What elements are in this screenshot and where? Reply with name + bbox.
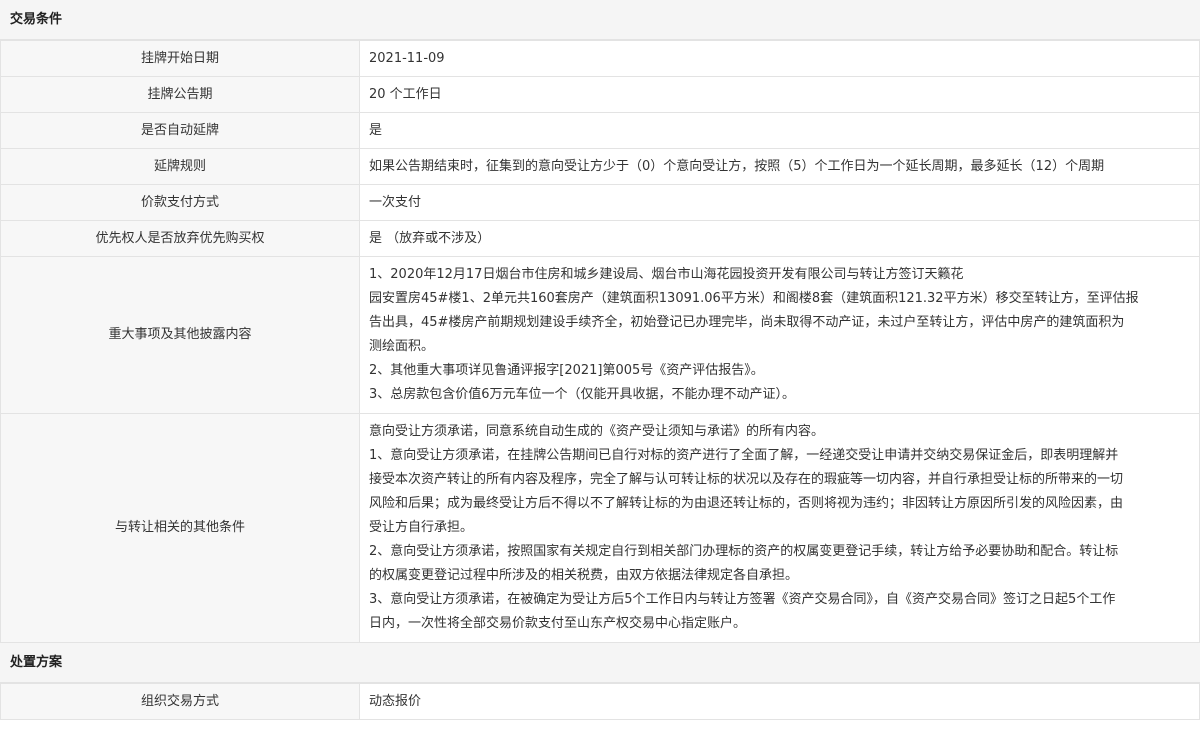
trade-method-label: 组织交易方式 bbox=[0, 683, 360, 720]
trade-conditions-table: 挂牌开始日期 2021-11-09 挂牌公告期 20 个工作日 是否自动延牌 是… bbox=[0, 40, 1200, 643]
other-conditions-line: 日内，一次性将全部交易价款支付至山东产权交易中心指定账户。 bbox=[369, 616, 747, 631]
listing-start-date-value: 2021-11-09 bbox=[359, 40, 1200, 77]
payment-method-value: 一次支付 bbox=[359, 184, 1200, 221]
other-conditions-line: 2、意向受让方须承诺，按照国家有关规定自行到相关部门办理标的资产的权属变更登记手… bbox=[369, 544, 1119, 559]
other-conditions-line: 1、意向受让方须承诺，在挂牌公告期间已自行对标的资产进行了全面了解，一经递交受让… bbox=[369, 448, 1119, 463]
major-matters-line: 1、2020年12月17日烟台市住房和城乡建设局、烟台市山海花园投资开发有限公司… bbox=[369, 267, 964, 282]
disposal-plan-table: 组织交易方式 动态报价 bbox=[0, 683, 1200, 720]
extend-rule-value: 如果公告期结束时，征集到的意向受让方少于（0）个意向受让方，按照（5）个工作日为… bbox=[359, 148, 1200, 185]
extend-rule-label: 延牌规则 bbox=[0, 148, 360, 185]
other-conditions-line: 的权属变更登记过程中所涉及的相关税费，由双方依据法律规定各自承担。 bbox=[369, 568, 799, 583]
table-row: 重大事项及其他披露内容 1、2020年12月17日烟台市住房和城乡建设局、烟台市… bbox=[0, 256, 1200, 414]
other-conditions-line: 风险和后果；成为最终受让方后不得以不了解转让标的为由退还转让标的，否则将视为违约… bbox=[369, 496, 1124, 511]
other-conditions-line: 意向受让方须承诺，同意系统自动生成的《资产受让须知与承诺》的所有内容。 bbox=[369, 424, 825, 439]
major-matters-line: 测绘面积。 bbox=[369, 339, 435, 354]
payment-method-label: 价款支付方式 bbox=[0, 184, 360, 221]
preemptive-right-label: 优先权人是否放弃优先购买权 bbox=[0, 220, 360, 257]
section-header-trade-conditions: 交易条件 bbox=[0, 0, 1200, 40]
preemptive-right-value: 是 （放弃或不涉及） bbox=[359, 220, 1200, 257]
major-matters-value: 1、2020年12月17日烟台市住房和城乡建设局、烟台市山海花园投资开发有限公司… bbox=[359, 256, 1200, 414]
other-conditions-line: 受让方自行承担。 bbox=[369, 520, 474, 535]
other-conditions-label: 与转让相关的其他条件 bbox=[0, 413, 360, 643]
section-header-disposal-plan: 处置方案 bbox=[0, 643, 1200, 683]
table-row: 挂牌开始日期 2021-11-09 bbox=[0, 40, 1200, 77]
other-conditions-line: 接受本次资产转让的所有内容及程序，完全了解与认可转让标的状况以及存在的瑕疵等一切… bbox=[369, 472, 1124, 487]
table-row: 价款支付方式 一次支付 bbox=[0, 184, 1200, 221]
major-matters-line: 2、其他重大事项详见鲁通评报字[2021]第005号《资产评估报告》。 bbox=[369, 363, 764, 378]
other-conditions-value: 意向受让方须承诺，同意系统自动生成的《资产受让须知与承诺》的所有内容。 1、意向… bbox=[359, 413, 1200, 643]
listing-notice-period-label: 挂牌公告期 bbox=[0, 76, 360, 113]
major-matters-line: 告出具，45#楼房产前期规划建设手续齐全，初始登记已办理完毕，尚未取得不动产证，… bbox=[369, 315, 1125, 330]
major-matters-label: 重大事项及其他披露内容 bbox=[0, 256, 360, 414]
trade-method-value: 动态报价 bbox=[359, 683, 1200, 720]
table-row: 优先权人是否放弃优先购买权 是 （放弃或不涉及） bbox=[0, 220, 1200, 257]
table-row: 挂牌公告期 20 个工作日 bbox=[0, 76, 1200, 113]
auto-extend-label: 是否自动延牌 bbox=[0, 112, 360, 149]
major-matters-line: 3、总房款包含价值6万元车位一个（仅能开具收据，不能办理不动产证）。 bbox=[369, 387, 796, 402]
major-matters-line: 园安置房45#楼1、2单元共160套房产（建筑面积13091.06平方米）和阁楼… bbox=[369, 291, 1139, 306]
other-conditions-line: 3、意向受让方须承诺，在被确定为受让方后5个工作日内与转让方签署《资产交易合同》… bbox=[369, 592, 1116, 607]
table-row: 组织交易方式 动态报价 bbox=[0, 683, 1200, 720]
listing-start-date-label: 挂牌开始日期 bbox=[0, 40, 360, 77]
listing-notice-period-value: 20 个工作日 bbox=[359, 76, 1200, 113]
table-row: 延牌规则 如果公告期结束时，征集到的意向受让方少于（0）个意向受让方，按照（5）… bbox=[0, 148, 1200, 185]
table-row: 是否自动延牌 是 bbox=[0, 112, 1200, 149]
table-row: 与转让相关的其他条件 意向受让方须承诺，同意系统自动生成的《资产受让须知与承诺》… bbox=[0, 413, 1200, 643]
auto-extend-value: 是 bbox=[359, 112, 1200, 149]
